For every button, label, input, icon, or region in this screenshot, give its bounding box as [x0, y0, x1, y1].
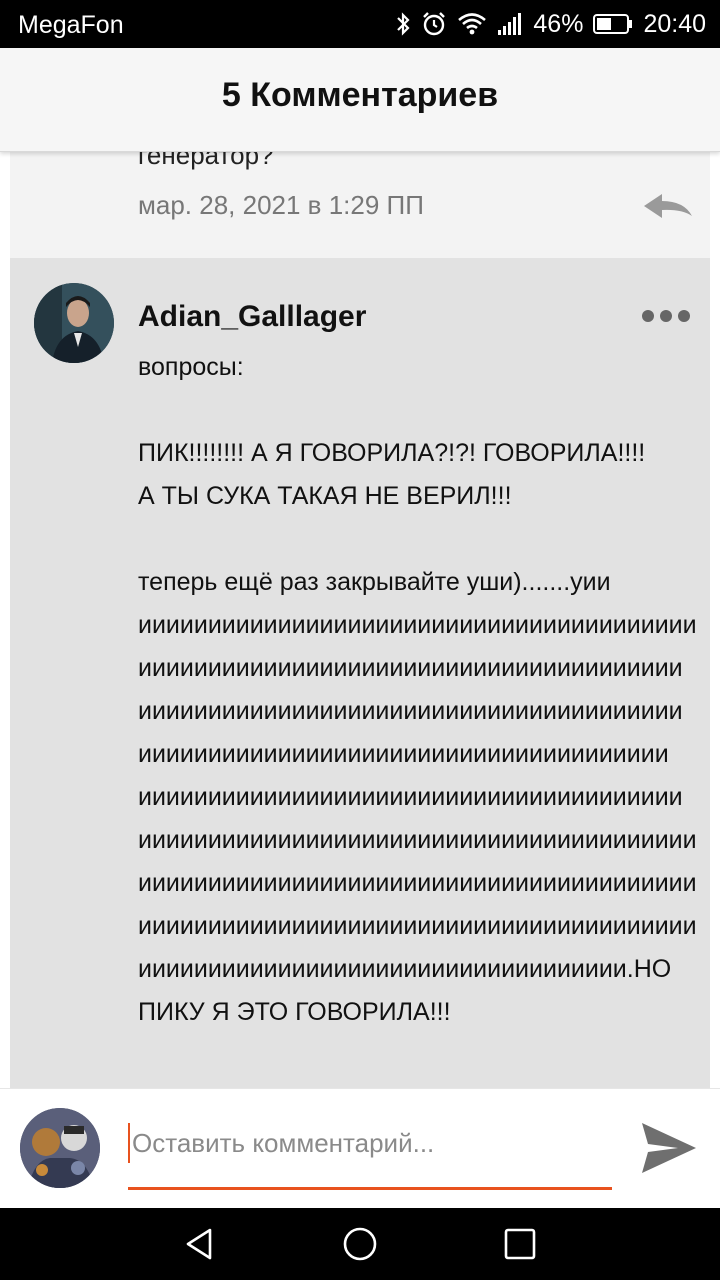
comment-card: Adian_Galllager вопросы: ПИК!!!!!!!! А Я…: [10, 258, 710, 1088]
comment-input-bar: [0, 1088, 720, 1208]
comments-header: 5 Комментариев: [0, 48, 720, 152]
alarm-icon: [423, 12, 446, 36]
comment-input[interactable]: [128, 1123, 612, 1163]
recent-apps-icon[interactable]: [502, 1226, 538, 1262]
comment-line: иииииииииииииииииииииииииииииииииииииии: [138, 697, 683, 725]
status-icons: 46% 20:40: [395, 9, 706, 39]
input-underline: [128, 1187, 612, 1190]
page-title: 5 Комментариев: [221, 76, 499, 114]
comment-line-blank: [138, 518, 698, 561]
comment-line: А ТЫ СУКА ТАКАЯ НЕ ВЕРИЛ!!!: [138, 482, 512, 510]
comment-line: теперь ещё раз закрывайте уши).......уии: [138, 568, 611, 596]
battery-icon: [593, 14, 633, 34]
back-icon[interactable]: [182, 1226, 218, 1262]
battery-percent: 46%: [533, 9, 584, 38]
comment-line: ииииииииииииииииииииииииииииииииииииииии: [138, 912, 697, 940]
wifi-icon: [458, 13, 487, 35]
previous-comment-text: генератор?: [138, 152, 274, 170]
comment-line: ПИКУ Я ЭТО ГОВОРИЛА!!!: [138, 998, 451, 1026]
previous-comment-date: мар. 28, 2021 в 1:29 ПП: [138, 190, 424, 220]
avatar[interactable]: [34, 283, 114, 363]
signal-icon: [498, 13, 522, 35]
more-icon[interactable]: [642, 310, 690, 322]
current-user-avatar: [20, 1108, 100, 1188]
system-nav-bar: [0, 1208, 720, 1280]
comment-line: иииииииииииииииииииииииииииииииииии.НО: [138, 955, 672, 983]
previous-comment: генератор? мар. 28, 2021 в 1:29 ПП: [10, 152, 710, 258]
comment-line: иииииииииииииииииииииииииииииииииииииии: [138, 654, 683, 682]
comment-line: ииииииииииииииииииииииииииииииииииииии: [138, 740, 669, 768]
reply-icon[interactable]: [640, 190, 696, 222]
comments-list[interactable]: генератор? мар. 28, 2021 в 1:29 ПП Adian…: [0, 152, 720, 1088]
bluetooth-icon: [397, 12, 410, 36]
comment-line: ПИК!!!!!!!! А Я ГОВОРИЛА?!?! ГОВОРИЛА!!!…: [138, 439, 646, 467]
comment-line: ииииииииииииииииииииииииииииииииииииииии: [138, 611, 697, 639]
status-bar: MegaFon 46% 20:40: [0, 0, 720, 48]
clock: 20:40: [643, 9, 706, 38]
comment-line-blank: [138, 389, 698, 432]
home-icon[interactable]: [342, 1226, 378, 1262]
comment-body: вопросы: ПИК!!!!!!!! А Я ГОВОРИЛА?!?! ГО…: [138, 346, 698, 1034]
comment-author[interactable]: Adian_Galllager: [138, 300, 366, 334]
comment-line: иииииииииииииииииииииииииииииииииииииии: [138, 783, 683, 811]
comment-line: ииииииииииииииииииииииииииииииииииииииии: [138, 826, 697, 854]
send-icon[interactable]: [638, 1119, 700, 1177]
comment-line: вопросы:: [138, 353, 244, 381]
carrier-name: MegaFon: [18, 11, 124, 39]
comment-line: ииииииииииииииииииииииииииииииииииииииии: [138, 869, 697, 897]
